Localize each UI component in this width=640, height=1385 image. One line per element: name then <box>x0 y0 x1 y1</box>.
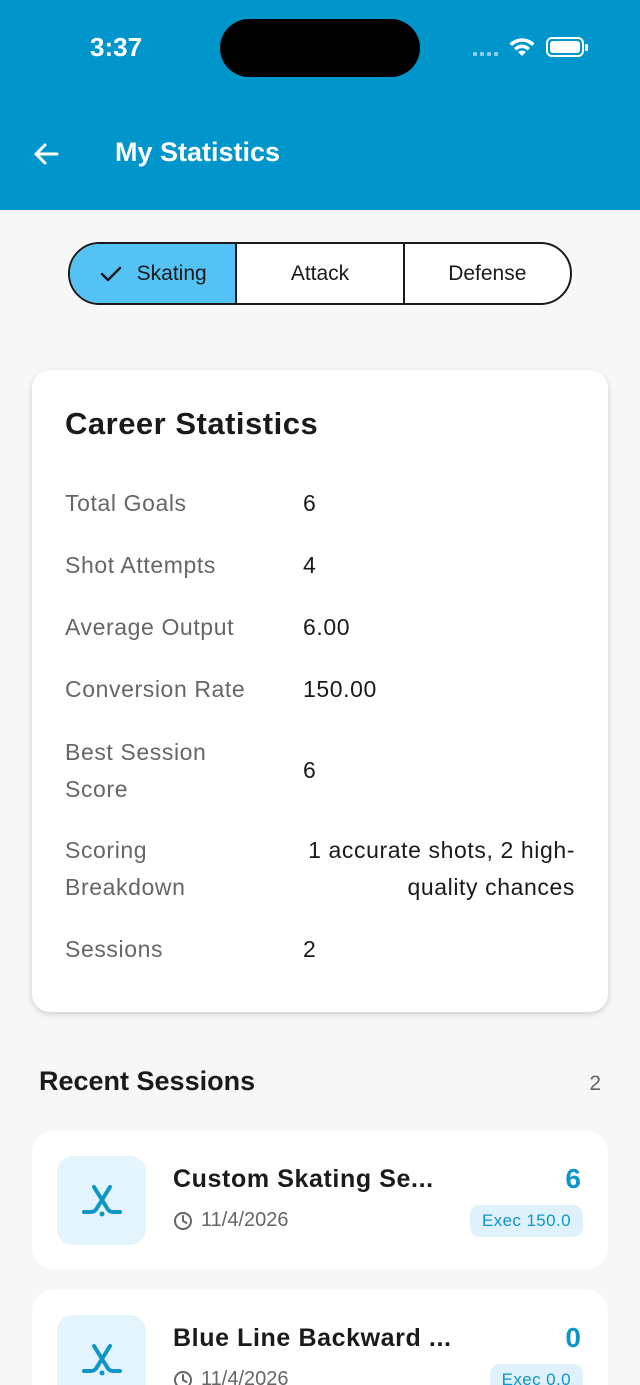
session-name: Blue Line Backward ... <box>173 1324 452 1352</box>
stat-label-shot-attempts: Shot Attempts <box>65 552 216 578</box>
session-score: 6 <box>565 1163 581 1194</box>
stat-value-average-output: 6.00 <box>303 614 351 640</box>
session-exec-badge: Exec 150.0 <box>469 1205 583 1237</box>
stat-label-best-session-score: Best Session Score <box>65 739 207 802</box>
stat-label-total-goals: Total Goals <box>65 490 187 516</box>
dynamic-island <box>220 19 420 77</box>
session-icon-tile <box>57 1315 146 1385</box>
stat-value-scoring-breakdown: 1 accurate shots, 2 high-quality chances <box>308 837 575 900</box>
arrow-left-icon <box>34 143 59 165</box>
stat-value-total-goals: 6 <box>303 490 317 516</box>
clock-icon <box>174 1370 192 1385</box>
app-bar: 3:37 My Statistics <box>0 0 640 210</box>
segment-defense[interactable]: Defense <box>405 244 570 303</box>
stat-value-conversion-rate: 150.00 <box>303 676 377 702</box>
session-date: 11/4/2026 <box>201 1209 289 1231</box>
stat-label-conversion-rate: Conversion Rate <box>65 676 246 702</box>
segment-label: Defense <box>448 261 527 285</box>
stat-value-best-session-score: 6 <box>303 757 317 783</box>
wifi-icon <box>509 38 535 56</box>
checkmark-icon <box>100 266 121 281</box>
cellular-signal-icon <box>473 38 498 56</box>
segment-attack[interactable]: Attack <box>237 244 405 303</box>
page-title: My Statistics <box>115 137 281 167</box>
segment-label: Attack <box>290 261 350 285</box>
stat-label-average-output: Average Output <box>65 614 235 640</box>
stat-value-shot-attempts: 4 <box>303 552 317 578</box>
session-icon-tile <box>57 1156 146 1245</box>
segment-label: Skating <box>136 261 207 285</box>
recent-sessions-title: Recent Sessions <box>39 1066 256 1096</box>
career-statistics-card: Career Statistics Total Goals 6 Shot Att… <box>32 370 608 1012</box>
card-title: Career Statistics <box>65 406 319 441</box>
session-exec-badge: Exec 0.0 <box>489 1364 583 1385</box>
session-card[interactable]: Custom Skating Se... 11/4/2026 6 Exec 15… <box>32 1131 608 1269</box>
session-score: 0 <box>565 1322 581 1353</box>
recent-sessions-count: 2 <box>589 1072 601 1095</box>
stat-label-scoring-breakdown: Scoring Breakdown <box>65 837 186 900</box>
category-segmented-control: Skating Attack Defense <box>68 242 572 305</box>
session-date-row: 11/4/2026 <box>173 1368 289 1385</box>
battery-icon <box>546 37 588 57</box>
session-date-row: 11/4/2026 <box>173 1209 289 1232</box>
stat-label-sessions: Sessions <box>65 936 164 962</box>
stat-value-sessions: 2 <box>303 936 317 962</box>
session-name: Custom Skating Se... <box>173 1165 434 1193</box>
hockey-sticks-icon <box>81 1184 122 1216</box>
status-icons <box>473 36 588 58</box>
segment-skating[interactable]: Skating <box>70 244 238 303</box>
clock-icon <box>174 1211 192 1230</box>
session-date: 11/4/2026 <box>201 1368 289 1385</box>
session-card[interactable]: Blue Line Backward ... 11/4/2026 0 Exec … <box>32 1290 608 1385</box>
back-button[interactable] <box>28 136 64 172</box>
status-time: 3:37 <box>90 32 143 62</box>
hockey-sticks-icon <box>81 1343 122 1375</box>
